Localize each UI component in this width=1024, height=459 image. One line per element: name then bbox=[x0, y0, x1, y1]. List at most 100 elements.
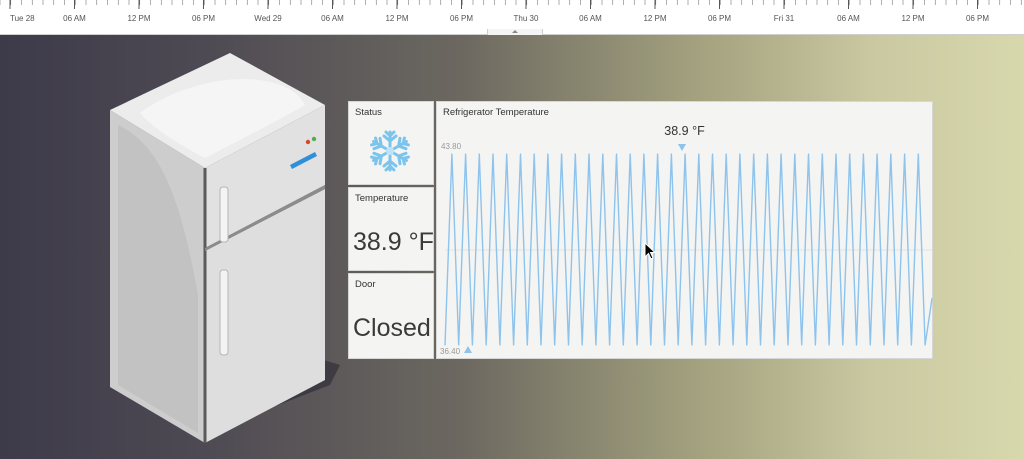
temperature-data-point bbox=[739, 153, 741, 155]
temperature-data-point bbox=[890, 153, 892, 155]
temperature-line-chart[interactable] bbox=[437, 102, 934, 360]
temperature-data-point bbox=[657, 153, 659, 155]
temperature-data-point bbox=[718, 344, 720, 346]
temperature-series-line bbox=[444, 153, 933, 346]
temperature-data-point bbox=[773, 344, 775, 346]
temperature-data-point bbox=[787, 344, 789, 346]
dashboard-scene: Status Temperature 38.9 °F Door Closed R… bbox=[0, 35, 1024, 459]
temperature-data-point bbox=[869, 344, 871, 346]
temperature-data-point bbox=[643, 153, 645, 155]
temperature-data-point bbox=[629, 153, 631, 155]
temperature-data-point bbox=[471, 344, 473, 346]
temperature-data-point bbox=[595, 344, 597, 346]
temperature-data-point bbox=[849, 153, 851, 155]
temperature-data-point bbox=[526, 344, 528, 346]
timeline-label: 06 AM bbox=[63, 14, 86, 23]
temperature-data-point bbox=[485, 344, 487, 346]
temperature-data-point bbox=[567, 344, 570, 346]
temperature-data-point bbox=[904, 153, 906, 155]
temperature-data-point bbox=[540, 344, 542, 346]
temperature-data-point bbox=[444, 344, 446, 346]
temperature-data-point bbox=[711, 153, 714, 155]
temperature-data-point bbox=[897, 344, 899, 346]
temperature-data-point bbox=[581, 344, 583, 346]
temperature-data-point bbox=[533, 153, 535, 155]
temperature-data-point bbox=[492, 153, 494, 155]
timeline-label: 06 PM bbox=[966, 14, 989, 23]
mouse-cursor-icon bbox=[644, 242, 656, 260]
status-panel-title: Status bbox=[355, 107, 382, 118]
temperature-data-point bbox=[458, 344, 460, 346]
temperature-data-point bbox=[828, 344, 830, 346]
temperature-data-point bbox=[609, 344, 611, 346]
temperature-data-point bbox=[855, 344, 858, 346]
temperature-data-point bbox=[876, 153, 878, 155]
temperature-chart-panel[interactable]: Refrigerator Temperature 38.9 °F 43.80 3… bbox=[436, 101, 933, 359]
temperature-data-point bbox=[547, 153, 549, 155]
temperature-value: 38.9 °F bbox=[353, 228, 434, 256]
temperature-data-point bbox=[862, 153, 864, 155]
temperature-data-point bbox=[732, 344, 734, 346]
temperature-data-point bbox=[670, 153, 672, 155]
temperature-data-point bbox=[725, 153, 727, 155]
temperature-data-point bbox=[519, 153, 522, 155]
temperature-data-point bbox=[931, 297, 933, 300]
temperature-data-point bbox=[636, 344, 638, 346]
temperature-data-point bbox=[554, 344, 556, 346]
temperature-panel-title: Temperature bbox=[355, 193, 409, 204]
timeline-label: 12 PM bbox=[385, 14, 408, 23]
door-status-value: Closed bbox=[353, 314, 431, 342]
temperature-data-point bbox=[814, 344, 816, 346]
timeline-label: 06 AM bbox=[321, 14, 344, 23]
temperature-data-point bbox=[746, 344, 748, 346]
temperature-data-point bbox=[917, 153, 919, 155]
door-panel-title: Door bbox=[355, 279, 376, 290]
current-marker-bottom bbox=[464, 346, 472, 353]
door-panel: Door Closed bbox=[348, 273, 434, 359]
temperature-data-point bbox=[910, 344, 912, 346]
temperature-data-point bbox=[883, 344, 885, 346]
temperature-data-point bbox=[780, 153, 782, 155]
timeline-label: 12 PM bbox=[643, 14, 666, 23]
timeline-label: Thu 30 bbox=[514, 14, 539, 23]
temperature-data-point bbox=[705, 344, 707, 346]
temperature-data-point bbox=[691, 344, 693, 346]
timeline-label: 06 PM bbox=[192, 14, 215, 23]
temperature-data-point bbox=[801, 344, 803, 346]
temperature-data-point bbox=[807, 153, 810, 155]
temperature-data-point bbox=[451, 153, 453, 155]
temperature-data-point bbox=[766, 153, 768, 155]
temperature-data-point bbox=[821, 153, 823, 155]
timeline-label: Fri 31 bbox=[774, 14, 795, 23]
timeline-bar[interactable]: Tue 28 06 AM 12 PM 06 PM Wed 29 06 AM 12 PM 06 … bbox=[0, 0, 1024, 37]
temperature-data-point bbox=[759, 344, 762, 346]
temperature-data-point bbox=[663, 344, 666, 346]
temperature-data-point bbox=[615, 153, 618, 155]
status-panel: Status bbox=[348, 101, 434, 185]
temperature-data-point bbox=[698, 153, 700, 155]
temperature-data-point bbox=[684, 153, 686, 155]
temperature-panel: Temperature 38.9 °F bbox=[348, 187, 434, 271]
timeline-label: 12 PM bbox=[127, 14, 150, 23]
temperature-data-point bbox=[794, 153, 796, 155]
timeline-label: Tue 28 bbox=[10, 14, 35, 23]
timeline-label: 06 AM bbox=[579, 14, 602, 23]
temperature-data-point bbox=[842, 344, 844, 346]
temperature-data-point bbox=[924, 344, 926, 346]
current-marker-top bbox=[678, 144, 686, 151]
temperature-data-point bbox=[561, 153, 563, 155]
timeline-label: Wed 29 bbox=[254, 14, 282, 23]
timeline-label: 06 AM bbox=[837, 14, 860, 23]
temperature-data-point bbox=[650, 344, 652, 346]
temperature-data-point bbox=[465, 153, 467, 155]
temperature-data-point bbox=[602, 153, 604, 155]
timeline-label: 06 PM bbox=[450, 14, 473, 23]
temperature-data-point bbox=[574, 153, 576, 155]
timeline-label: 12 PM bbox=[901, 14, 924, 23]
timeline-label: 06 PM bbox=[708, 14, 731, 23]
temperature-data-point bbox=[677, 344, 679, 346]
timeline-ruler: Tue 28 06 AM 12 PM 06 PM Wed 29 06 AM 12 PM 06 … bbox=[0, 0, 1022, 23]
snowflake-icon bbox=[369, 130, 411, 172]
temperature-data-point bbox=[835, 153, 837, 155]
temperature-data-point bbox=[622, 344, 624, 346]
